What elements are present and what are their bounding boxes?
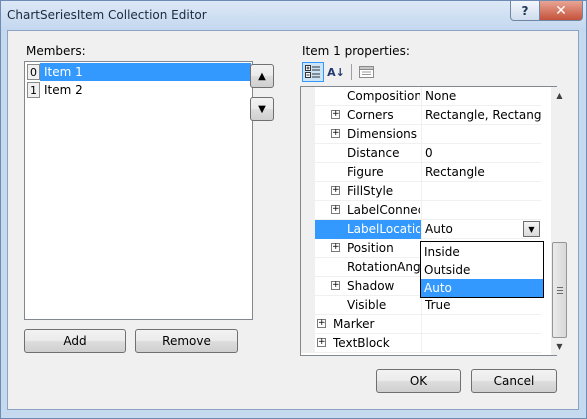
property-name: Corners [347,108,394,122]
property-value[interactable]: None [425,89,541,103]
property-name: Visible [347,298,387,312]
categorized-icon [305,65,320,78]
row-gutter [301,125,315,144]
ok-button[interactable]: OK [376,369,461,393]
dropdown-option[interactable]: Outside [421,261,543,279]
property-row[interactable]: Visible True [301,296,541,315]
property-name: RotationAngle [347,260,420,274]
expand-icon[interactable]: + [331,243,340,252]
property-row[interactable]: LabelLocationAuto▼ [301,220,541,239]
move-up-button[interactable]: ▲ [250,64,274,88]
label-location-dropdown-list[interactable]: Inside Outside Auto [420,241,544,298]
alphabetical-button[interactable]: A↓ [325,62,347,82]
title-bar[interactable]: ChartSeriesItem Collection Editor ? ✕ [1,1,586,31]
row-gutter [301,144,315,163]
remove-button-label: Remove [162,334,211,348]
dropdown-arrow-button[interactable]: ▼ [523,221,540,237]
property-name: Distance [347,146,400,160]
property-name: CompositionT [347,89,420,103]
property-name: FillStyle [347,184,394,198]
property-value[interactable]: Rectangle [425,165,541,179]
row-gutter [301,201,315,220]
property-grid-scrollbar[interactable]: ▲ ▼ [551,87,568,355]
property-row[interactable]: + Corners Rectangle, Rectangle, R [301,106,541,125]
expand-icon[interactable]: + [331,110,340,119]
row-gutter [301,239,315,258]
row-gutter [301,277,315,296]
scroll-thumb[interactable] [552,242,567,338]
toolbar-divider [351,64,352,80]
chevron-down-icon: ▼ [528,224,535,234]
scroll-up-arrow[interactable]: ▲ [551,87,568,104]
property-name: Position [347,241,394,255]
property-value[interactable]: Rectangle, Rectangle, R [425,108,541,122]
expand-icon[interactable]: + [331,205,340,214]
list-item[interactable]: 1 Item 2 [26,81,251,99]
remove-button[interactable]: Remove [135,329,238,353]
row-gutter [301,334,315,353]
dropdown-option[interactable]: Inside [421,243,543,261]
help-icon: ? [521,3,529,18]
sort-alphabetical-icon: A↓ [327,65,345,79]
expand-icon[interactable]: + [317,319,326,328]
expand-icon[interactable]: + [331,129,340,138]
property-row[interactable]: + FillStyle [301,182,541,201]
row-gutter [301,106,315,125]
dialog-client-area: Members: 0 Item 1 1 Item 2 ▲ ▼ Add Remov… [7,30,579,410]
add-button[interactable]: Add [24,329,126,353]
property-pages-icon [358,66,374,78]
properties-label: Item 1 properties: [302,44,410,58]
property-row[interactable]: + Marker [301,315,541,334]
property-row[interactable]: Distance 0 [301,144,541,163]
item-label: Item 2 [44,83,83,97]
property-name: Figure [347,165,384,179]
property-row[interactable]: + Dimensions [301,125,541,144]
property-row[interactable]: CompositionT None [301,87,541,106]
property-row[interactable]: Figure Rectangle [301,163,541,182]
property-name: LabelLocation [347,222,420,236]
row-gutter [301,258,315,277]
members-list[interactable]: 0 Item 1 1 Item 2 [24,61,253,320]
help-button[interactable]: ? [510,1,540,21]
property-grid[interactable]: CompositionT None + Corners Rectangle, Recta… [300,86,557,356]
categorized-button[interactable] [302,62,324,82]
close-icon: ✕ [555,2,567,19]
row-gutter [301,163,315,182]
property-name: Dimensions [347,127,418,141]
scroll-down-arrow[interactable]: ▼ [551,338,568,355]
close-button[interactable]: ✕ [539,1,583,21]
expand-icon[interactable]: + [317,338,326,347]
row-gutter [301,296,315,315]
cancel-button-label: Cancel [493,374,535,388]
ok-button-label: OK [409,374,428,388]
window-title: ChartSeriesItem Collection Editor [7,8,207,22]
expand-icon[interactable]: + [331,281,340,290]
item-label: Item 1 [40,63,251,81]
row-gutter [301,87,315,106]
row-gutter [301,220,315,239]
property-name: Shadow [347,279,395,293]
move-down-button[interactable]: ▼ [250,97,274,121]
property-row[interactable]: + TextBlock [301,334,541,353]
property-grid-toolbar: A↓ [300,61,556,83]
item-index: 1 [27,82,40,98]
cancel-button[interactable]: Cancel [471,369,557,393]
add-button-label: Add [63,334,87,348]
arrow-down-icon: ▼ [258,103,266,115]
row-gutter [301,315,315,334]
list-item[interactable]: 0 Item 1 [26,63,251,81]
arrow-up-icon: ▲ [258,70,266,82]
property-row[interactable]: + LabelConnect [301,201,541,220]
property-value[interactable]: 0 [425,146,541,160]
row-gutter [301,182,315,201]
property-name: TextBlock [333,336,390,350]
dropdown-option[interactable]: Auto [421,279,543,297]
property-name: Marker [333,317,375,331]
property-name: LabelConnect [347,203,420,217]
expand-icon[interactable]: + [331,186,340,195]
property-pages-button[interactable] [355,62,377,82]
item-index: 0 [27,64,40,80]
property-value[interactable]: True [425,298,541,312]
members-label: Members: [26,44,86,58]
